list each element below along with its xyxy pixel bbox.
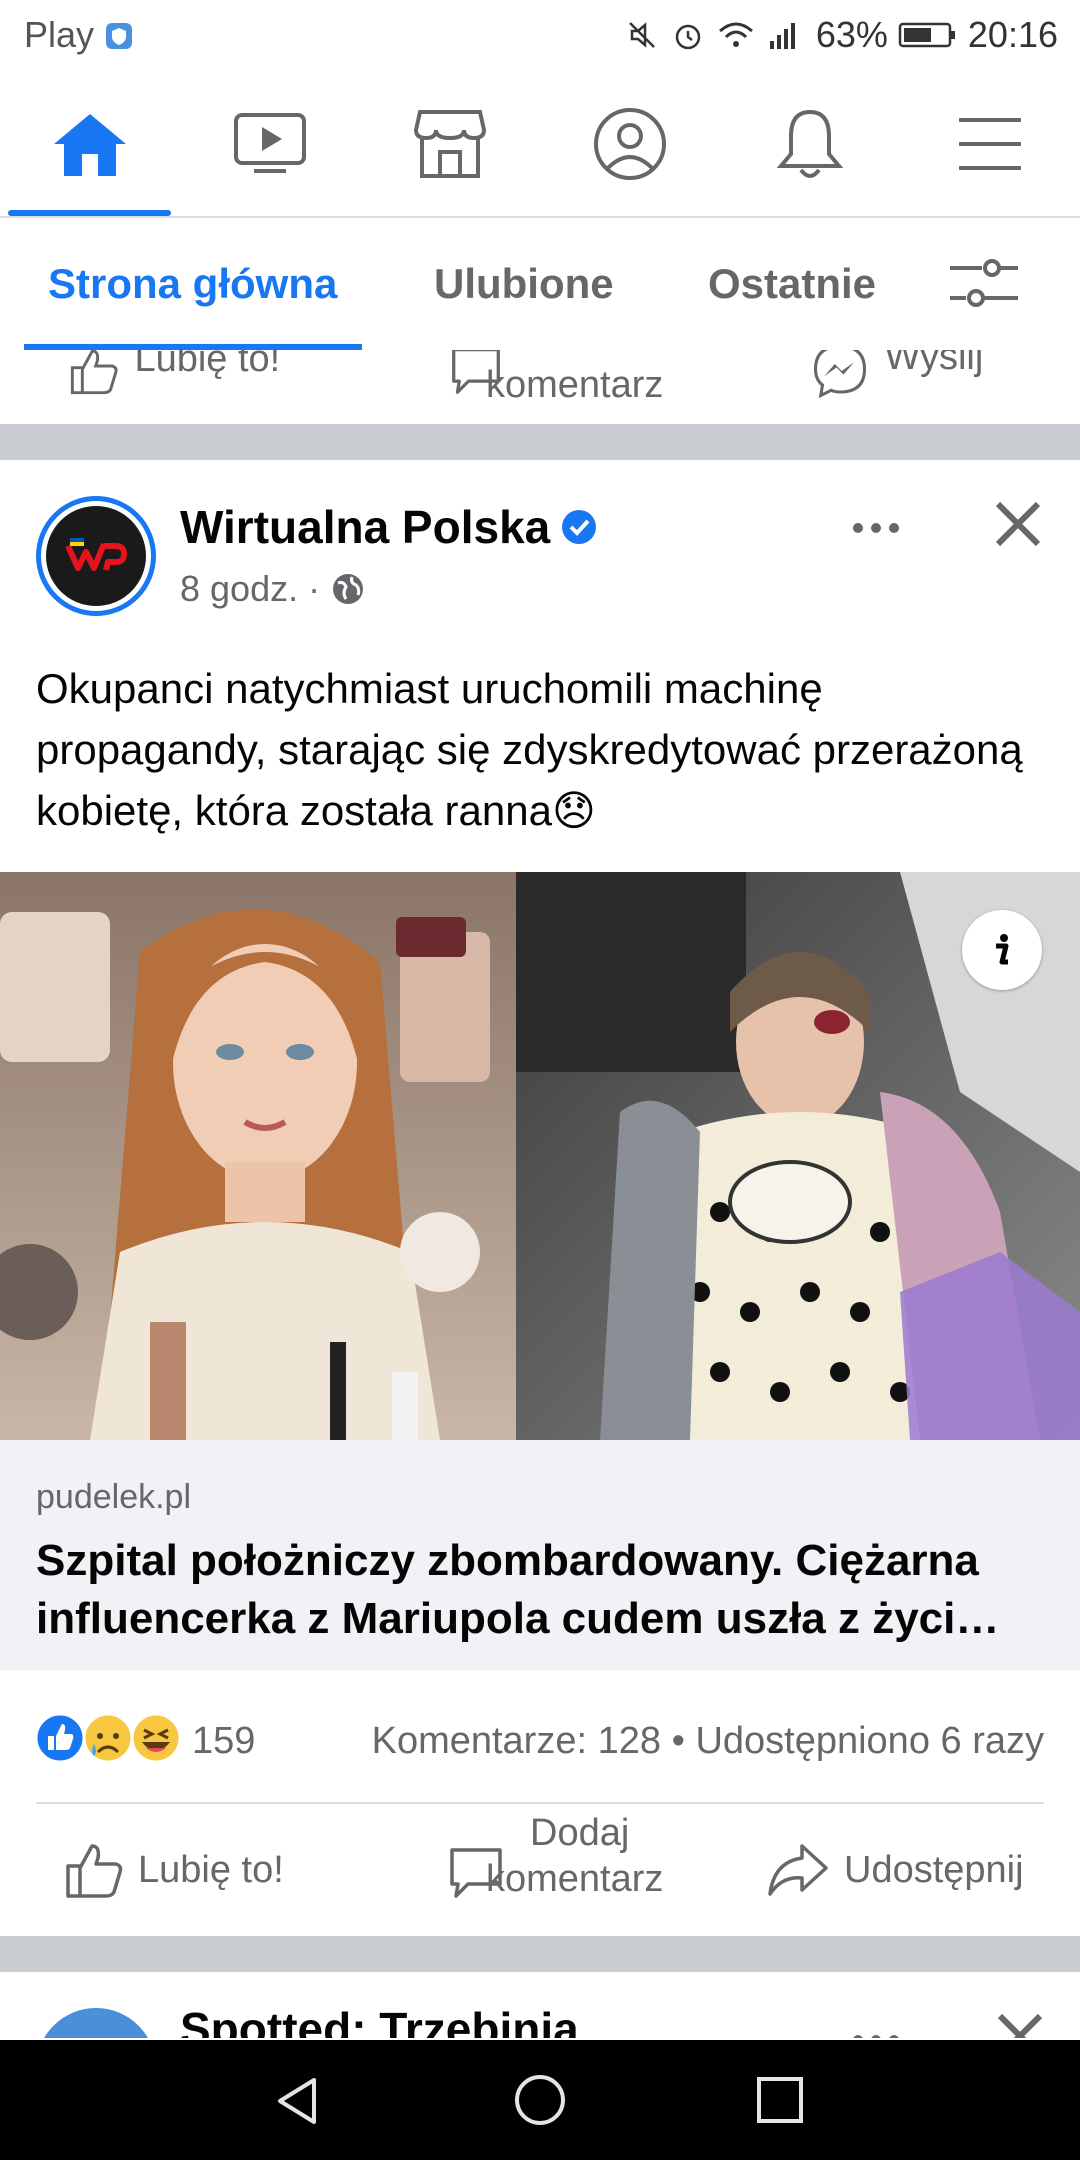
tab-home[interactable]: Strona główna: [48, 260, 337, 308]
page-avatar[interactable]: [36, 496, 156, 616]
recents-button[interactable]: [754, 2074, 806, 2131]
status-bar: Play 63% 20:16: [0, 0, 1080, 72]
feed-post: Wirtualna Polska 8 godz. · Okupanci naty…: [0, 460, 1080, 1936]
comment-label-line1: Dodaj: [530, 1812, 630, 1854]
haha-reaction-icon: [130, 1712, 182, 1764]
prev-like-button[interactable]: Lubię to!: [64, 350, 280, 396]
home-icon: [54, 114, 126, 176]
next-page-avatar[interactable]: [36, 2008, 156, 2038]
nav-home[interactable]: [45, 104, 135, 184]
verified-icon: [562, 510, 596, 544]
comment-count[interactable]: Komentarze: 128: [372, 1720, 661, 1762]
more-dots-icon: [853, 523, 899, 533]
comment-share-stats: Komentarze: 128 • Udostępniono 6 razy: [372, 1720, 1044, 1763]
status-icons: 63% 20:16: [624, 14, 1058, 56]
back-button[interactable]: [270, 2074, 324, 2133]
close-icon: [997, 2013, 1043, 2038]
share-icon: [768, 1844, 828, 1896]
nav-profile[interactable]: [585, 104, 675, 184]
reactions-bar: 159 Komentarze: 128 • Udostępniono 6 raz…: [0, 1670, 1080, 1806]
home-button[interactable]: [512, 2072, 568, 2133]
previous-post-actions: Lubię to! komentarz Wyślij: [0, 350, 1080, 424]
post-meta: 8 godz. ·: [180, 568, 366, 610]
link-domain: pudelek.pl: [36, 1478, 192, 1516]
mute-icon: [628, 22, 655, 48]
stats-dot: •: [671, 1720, 696, 1762]
profile-icon: [594, 108, 666, 180]
link-preview[interactable]: pudelek.pl Szpital położniczy zbombardow…: [0, 1440, 1080, 1670]
prev-like-label: Lubię to!: [134, 350, 281, 380]
post-text: Okupanci natychmiast uruchomili machinę …: [36, 665, 1023, 834]
battery-icon: [898, 22, 955, 48]
verified-badge: [560, 508, 598, 551]
next-more-options-button[interactable]: [848, 2020, 908, 2038]
feed-separator: [0, 424, 1080, 460]
home-circle-icon: [515, 2075, 565, 2125]
tab-favorites[interactable]: Ulubione: [434, 260, 614, 308]
next-hide-post-button[interactable]: [992, 2008, 1048, 2038]
battery-percent: 63%: [815, 14, 888, 55]
messenger-icon: [813, 350, 867, 398]
nav-marketplace[interactable]: [405, 104, 495, 184]
notifications-icon: [776, 109, 844, 178]
like-icon: [66, 1844, 123, 1898]
tab-recent[interactable]: Ostatnie: [708, 260, 876, 308]
info-button[interactable]: [962, 910, 1042, 990]
system-navigation-bar: [0, 2040, 1080, 2160]
active-nav-indicator: [8, 210, 171, 216]
watch-icon: [234, 113, 306, 173]
sad-reaction-icon: [82, 1712, 134, 1764]
wp-logo-icon: [65, 538, 127, 571]
filter-sliders-icon: [950, 259, 1018, 307]
meta-dot: ·: [308, 568, 321, 609]
signal-icon: [769, 23, 795, 49]
clock: 20:16: [967, 14, 1058, 55]
feed-tabs: Strona główna Ulubione Ostatnie: [0, 218, 1080, 351]
shield-icon: [106, 23, 133, 49]
filter-button[interactable]: [948, 258, 1020, 315]
globe-icon: [333, 574, 364, 604]
recents-square-icon: [757, 2077, 803, 2123]
share-button[interactable]: Udostępnij: [766, 1840, 1024, 1900]
wp-logo: [46, 506, 146, 606]
carrier-label: Play: [24, 14, 134, 56]
alarm-icon: [675, 24, 701, 50]
post-actions: Lubię to! Dodaj komentarz Udostępnij: [0, 1806, 1080, 1936]
link-title: Szpital położniczy zbombardowany. Ciężar…: [36, 1536, 1000, 1643]
like-button[interactable]: Lubię to!: [64, 1840, 284, 1900]
prev-send-label: Wyślij: [884, 350, 984, 378]
more-options-button[interactable]: [848, 508, 908, 548]
share-count[interactable]: Udostępniono 6 razy: [695, 1720, 1044, 1762]
marketplace-icon: [413, 110, 487, 178]
reaction-count[interactable]: 159: [192, 1720, 255, 1763]
wifi-icon: [718, 22, 753, 47]
close-icon: [995, 501, 1041, 547]
carrier-text: Play: [24, 14, 95, 55]
nav-watch[interactable]: [225, 104, 315, 184]
prev-comment-label: komentarz: [486, 364, 664, 406]
hide-post-button[interactable]: [990, 496, 1050, 556]
post-time[interactable]: 8 godz.: [180, 568, 298, 610]
back-triangle-icon: [278, 2078, 316, 2124]
top-navigation: [0, 72, 1080, 218]
like-label: Lubię to!: [138, 1848, 284, 1891]
nav-menu[interactable]: [945, 104, 1035, 184]
share-label: Udostępnij: [844, 1848, 1024, 1891]
feed-separator: [0, 1936, 1080, 1972]
like-icon: [70, 350, 118, 394]
prev-send-button[interactable]: Wyślij: [808, 350, 983, 399]
more-dots-icon: [853, 2035, 899, 2038]
page-name[interactable]: Wirtualna Polska: [180, 500, 550, 554]
menu-icon: [959, 118, 1021, 170]
comment-label-line2: komentarz: [486, 1858, 664, 1900]
like-reaction-icon: [34, 1712, 86, 1764]
next-feed-post: Spotted: Trzebinia: [0, 1972, 1080, 2038]
link-image[interactable]: [0, 872, 1080, 1440]
info-icon: [996, 934, 1009, 965]
divider: [36, 1802, 1044, 1804]
reaction-icons[interactable]: [34, 1710, 184, 1766]
article-photo: [0, 872, 1080, 1440]
nav-notifications[interactable]: [765, 104, 855, 184]
next-page-name[interactable]: Spotted: Trzebinia: [180, 2002, 579, 2038]
